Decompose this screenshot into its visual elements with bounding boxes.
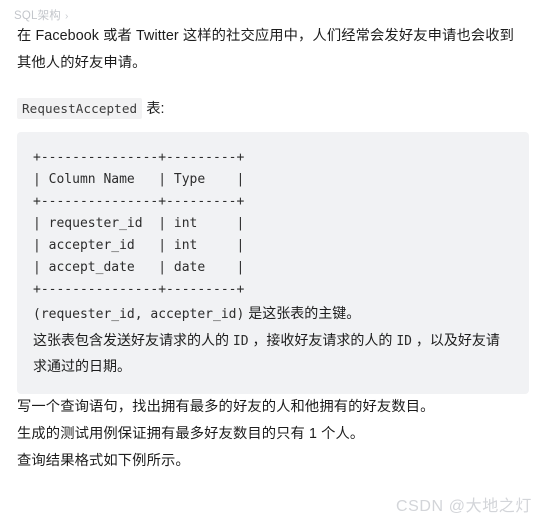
table-label-suffix: 表:: [146, 101, 165, 117]
watermark: CSDN @大地之灯: [395, 498, 532, 515]
question-paragraph-1: 写一个查询语句，找出拥有最多的好友的人和他拥有的好友数目。: [17, 399, 435, 415]
intro-paragraph: 在 Facebook 或者 Twitter 这样的社交应用中，人们经常会发好友申…: [17, 28, 514, 71]
breadcrumb: SQL架构 ›: [0, 0, 545, 23]
table-label-line: RequestAccepted 表:: [17, 98, 529, 120]
chevron-right-icon: ›: [65, 11, 69, 22]
primary-key-columns: (requester_id, accepter_id): [33, 307, 245, 322]
question-section: 写一个查询语句，找出拥有最多的好友的人和他拥有的好友数目。 生成的测试用例保证拥…: [0, 394, 545, 475]
article-content: 在 Facebook 或者 Twitter 这样的社交应用中，人们经常会发好友申…: [0, 23, 545, 394]
table-description-note: 这张表包含发送好友请求的人的 ID ，接收好友请求的人的 ID ，以及好友请求通…: [33, 328, 513, 378]
primary-key-note-text: 是这张表的主键。: [248, 305, 361, 321]
table-description-part-2: ，接收好友请求的人的: [252, 332, 393, 348]
primary-key-note: (requester_id, accepter_id) 是这张表的主键。: [33, 301, 513, 327]
table-description-code-1: ID: [232, 334, 249, 349]
question-paragraph-2: 生成的测试用例保证拥有最多好友数目的只有 1 个人。: [17, 426, 365, 442]
table-description-part-1: 这张表包含发送好友请求的人的: [33, 332, 229, 348]
code-block: +---------------+---------+ | Column Nam…: [17, 132, 529, 394]
question-paragraph-3: 查询结果格式如下例所示。: [17, 453, 190, 469]
ascii-schema-table: +---------------+---------+ | Column Nam…: [33, 150, 245, 297]
breadcrumb-item-sql-schema[interactable]: SQL架构: [14, 10, 61, 22]
table-description-code-2: ID: [396, 334, 412, 349]
inline-code-request-accepted: RequestAccepted: [17, 98, 143, 119]
